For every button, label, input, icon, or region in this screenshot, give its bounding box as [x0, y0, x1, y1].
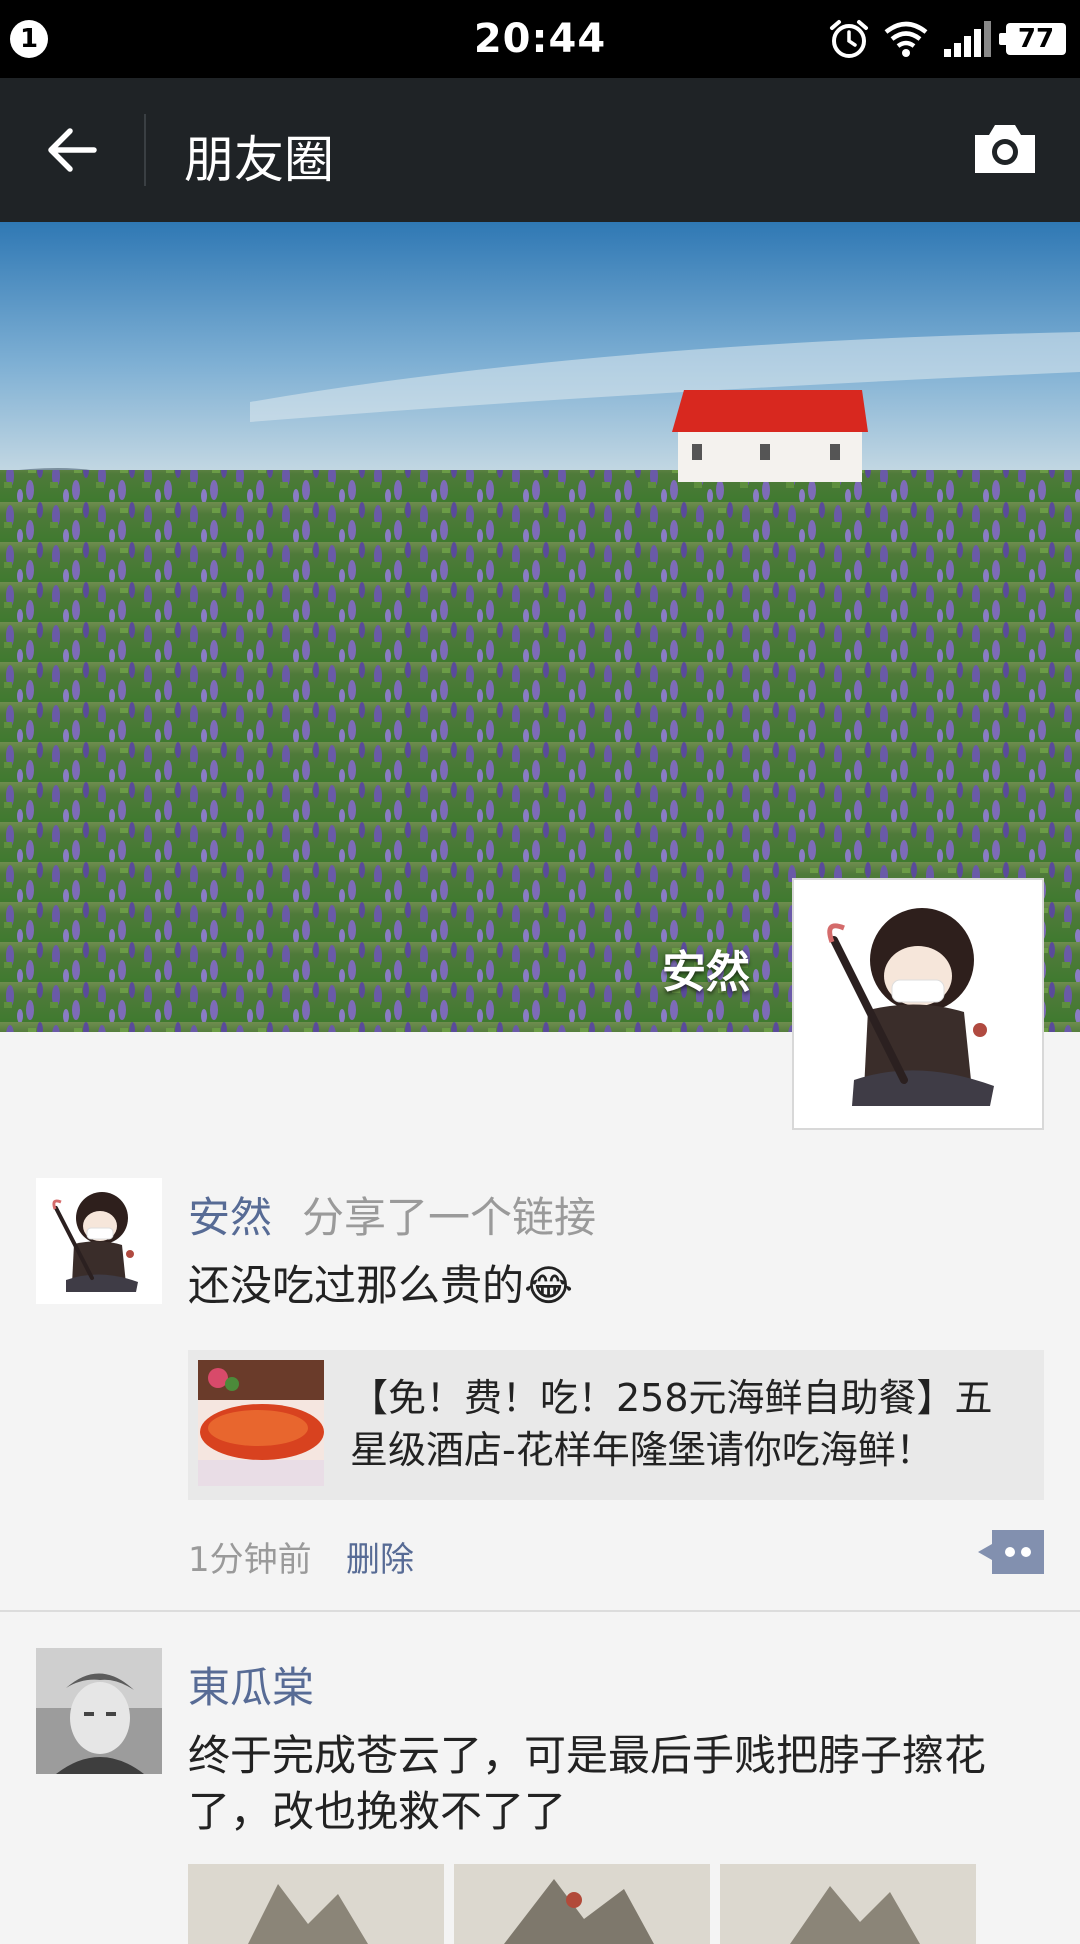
post-action-text: 分享了一个链接 — [302, 1193, 597, 1242]
wifi-icon — [884, 20, 928, 58]
post-header: 安然 分享了一个链接 — [188, 1184, 1044, 1245]
avatar[interactable] — [36, 1648, 162, 1774]
camera-button[interactable] — [970, 116, 1040, 182]
post-nickname[interactable]: 安然 — [188, 1193, 272, 1242]
post-image[interactable] — [188, 1864, 444, 1944]
post-image[interactable] — [454, 1864, 710, 1944]
link-title: 【免！费！吃！258元海鲜自助餐】五星级酒店-花样年隆堡请你吃海鲜！ — [350, 1376, 993, 1472]
shared-link-card[interactable]: 【免！费！吃！258元海鲜自助餐】五星级酒店-花样年隆堡请你吃海鲜！ — [188, 1350, 1044, 1500]
camera-icon — [975, 125, 1035, 173]
post-time: 1分钟前 — [188, 1540, 312, 1580]
alarm-icon — [828, 18, 870, 60]
back-button[interactable] — [30, 118, 114, 182]
title-divider — [144, 114, 146, 186]
signal-icon — [942, 21, 992, 57]
post-text: 还没吃过那么贵的😂 — [188, 1261, 574, 1310]
post-image-grid — [188, 1864, 976, 1944]
link-thumbnail — [198, 1360, 324, 1486]
battery-icon: 77 — [999, 23, 1066, 55]
avatar[interactable] — [36, 1178, 162, 1304]
cover-avatar[interactable] — [792, 878, 1044, 1130]
cover-user-name: 安然 — [662, 947, 750, 998]
post-header: 東瓜棠 — [188, 1654, 1044, 1715]
delete-link[interactable]: 删除 — [346, 1532, 414, 1581]
arrow-left-icon — [48, 128, 97, 172]
status-bar: 1 20:44 77 — [0, 0, 1080, 78]
post-divider — [0, 1610, 1080, 1612]
post-nickname[interactable]: 東瓜棠 — [188, 1663, 314, 1712]
status-icons: 77 — [828, 16, 1066, 62]
comment-button[interactable] — [978, 1530, 1044, 1574]
post-image[interactable] — [720, 1864, 976, 1944]
title-bar: 朋友圈 — [0, 78, 1080, 222]
page-title: 朋友圈 — [184, 131, 334, 189]
post-text: 终于完成苍云了，可是最后手贱把脖子擦花了，改也挽救不了了 — [188, 1731, 987, 1836]
comment-icon — [978, 1530, 1044, 1574]
